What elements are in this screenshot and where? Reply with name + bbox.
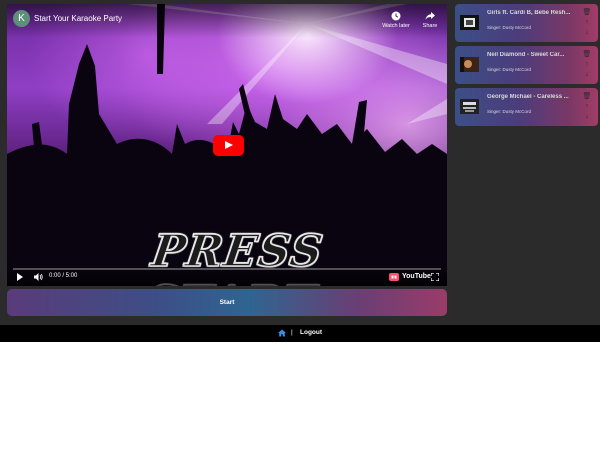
footer-separator: | [291, 329, 293, 336]
arrow-down-icon[interactable]: ↓ [582, 112, 592, 122]
arrow-up-icon[interactable]: ↑ [582, 102, 592, 112]
time-display: 0:00 / 5:00 [49, 273, 78, 279]
song-thumbnail [460, 15, 479, 30]
progress-bar[interactable] [13, 268, 441, 270]
queue-item-actions: 🗑 ↑ ↓ [582, 50, 592, 80]
arrow-down-icon[interactable]: ↓ [582, 28, 592, 38]
song-queue: Girls ft. Cardi B, Bebe Resh... Singer: … [455, 4, 598, 130]
start-button[interactable]: Start [7, 289, 447, 316]
share-arrow-icon [425, 12, 435, 20]
queue-item[interactable]: Girls ft. Cardi B, Bebe Resh... Singer: … [455, 4, 598, 42]
youtube-play-button[interactable] [213, 135, 244, 156]
share-button[interactable]: Share [413, 11, 447, 29]
footer-bar: | Logout [0, 325, 600, 342]
trash-icon[interactable]: 🗑 [582, 92, 592, 102]
song-thumbnail [460, 57, 479, 72]
trash-icon[interactable]: 🗑 [582, 50, 592, 60]
watch-later-button[interactable]: Watch later [379, 11, 413, 29]
arrow-up-icon[interactable]: ↑ [582, 18, 592, 28]
queue-item[interactable]: George Michael - Careless ... Singer: Du… [455, 88, 598, 126]
fullscreen-icon[interactable] [431, 273, 439, 281]
arrow-up-icon[interactable]: ↑ [582, 60, 592, 70]
youtube-logo[interactable]: YouTube [402, 273, 431, 280]
clock-icon [391, 11, 401, 21]
queue-item-actions: 🗑 ↑ ↓ [582, 92, 592, 122]
song-singer: Singer: Dusty McCord [487, 25, 532, 30]
song-title: Neil Diamond - Sweet Car... [487, 52, 565, 58]
song-singer: Singer: Dusty McCord [487, 67, 532, 72]
volume-icon[interactable] [34, 273, 43, 281]
play-icon[interactable] [17, 273, 23, 281]
song-singer: Singer: Dusty McCord [487, 109, 532, 114]
watch-later-label: Watch later [382, 23, 410, 29]
home-icon[interactable] [278, 329, 286, 337]
logout-link[interactable]: Logout [300, 329, 322, 336]
channel-avatar[interactable]: K [13, 10, 30, 27]
video-title[interactable]: Start Your Karaoke Party [34, 14, 122, 23]
video-player[interactable]: K Start Your Karaoke Party Watch later S… [7, 4, 447, 286]
queue-item[interactable]: Neil Diamond - Sweet Car... Singer: Dust… [455, 46, 598, 84]
song-thumbnail [460, 99, 479, 114]
player-title-bar: K Start Your Karaoke Party Watch later S… [7, 4, 447, 38]
player-controls: 0:00 / 5:00 YouTube [7, 264, 447, 286]
trash-icon[interactable]: 🗑 [582, 8, 592, 18]
share-label: Share [422, 23, 438, 29]
queue-item-actions: 🗑 ↑ ↓ [582, 8, 592, 38]
arrow-down-icon[interactable]: ↓ [582, 70, 592, 80]
app-root: K Start Your Karaoke Party Watch later S… [0, 0, 600, 342]
captions-icon[interactable] [389, 273, 399, 281]
song-title: George Michael - Careless ... [487, 94, 569, 100]
song-title: Girls ft. Cardi B, Bebe Resh... [487, 10, 571, 16]
